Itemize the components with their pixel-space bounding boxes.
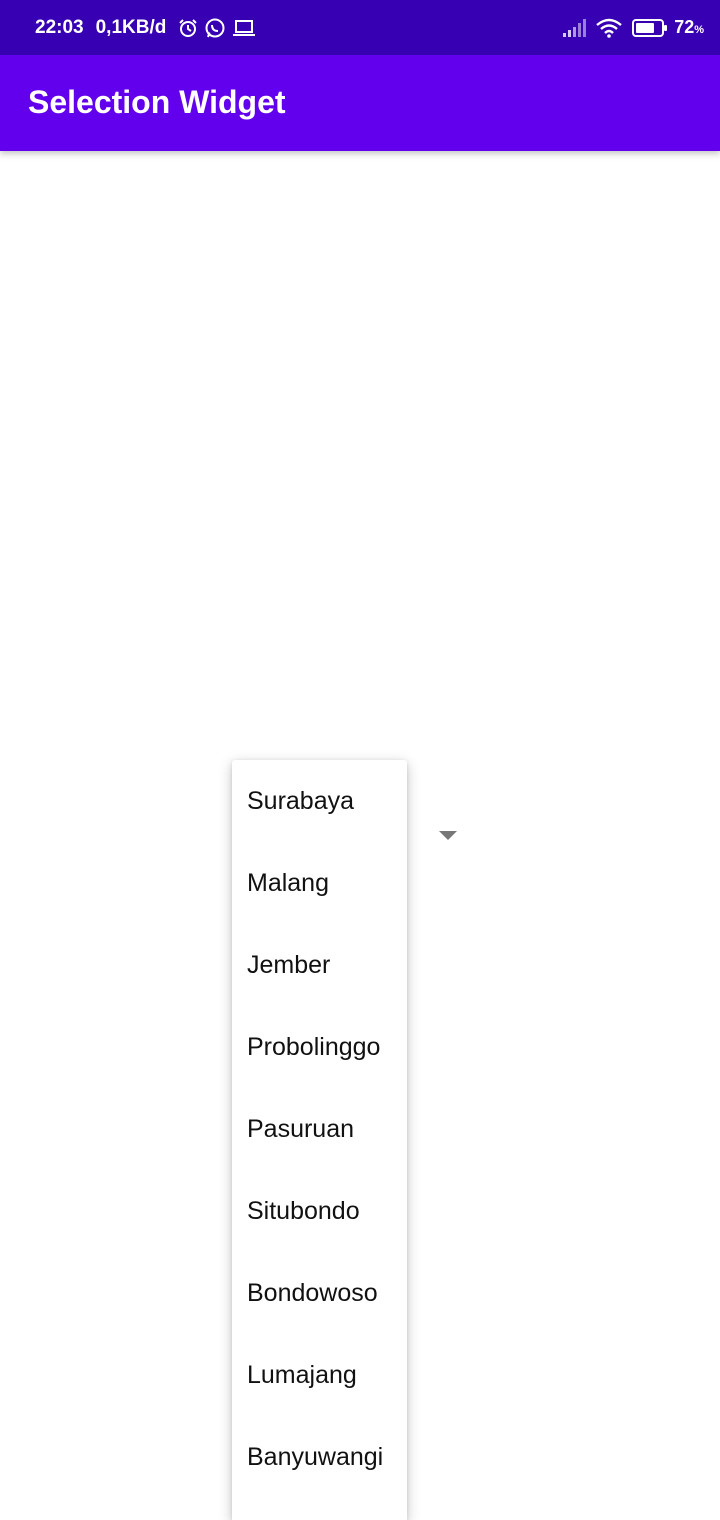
status-right: 72% <box>552 17 704 38</box>
spinner-option-situbondo[interactable]: Situbondo <box>232 1170 407 1252</box>
spinner-option-malang[interactable]: Malang <box>232 842 407 924</box>
alarm-icon <box>178 18 198 38</box>
app-bar: Selection Widget <box>0 55 720 151</box>
signal-icon <box>562 18 587 37</box>
status-net-speed: 0,1KB/d <box>95 16 167 38</box>
battery-percent: 72% <box>674 17 704 38</box>
whatsapp-icon <box>204 17 226 39</box>
status-bar: 22:03 0,1KB/d 72% <box>0 0 720 55</box>
spinner-option-banyuwangi[interactable]: Banyuwangi <box>232 1416 407 1498</box>
battery-icon <box>632 18 668 38</box>
spinner-option-lumajang[interactable]: Lumajang <box>232 1334 407 1416</box>
battery-percent-value: 72 <box>674 17 695 37</box>
spinner-options-list: Surabaya Malang Jember Probolinggo Pasur… <box>232 760 407 1498</box>
wifi-icon <box>596 18 622 38</box>
spinner-dropdown: Surabaya Malang Jember Probolinggo Pasur… <box>232 760 407 1520</box>
app-title: Selection Widget <box>28 83 286 120</box>
battery-percent-symbol: % <box>694 24 704 36</box>
spinner-option-pasuruan[interactable]: Pasuruan <box>232 1088 407 1170</box>
spinner-option-surabaya[interactable]: Surabaya <box>232 760 407 842</box>
status-time: 22:03 <box>35 16 84 38</box>
status-left: 22:03 0,1KB/d <box>35 17 256 39</box>
spinner-option-probolinggo[interactable]: Probolinggo <box>232 1006 407 1088</box>
spinner-dropdown-arrow-icon[interactable] <box>439 831 457 840</box>
laptop-icon <box>232 18 256 38</box>
spinner-option-bondowoso[interactable]: Bondowoso <box>232 1252 407 1334</box>
spinner-option-jember[interactable]: Jember <box>232 924 407 1006</box>
